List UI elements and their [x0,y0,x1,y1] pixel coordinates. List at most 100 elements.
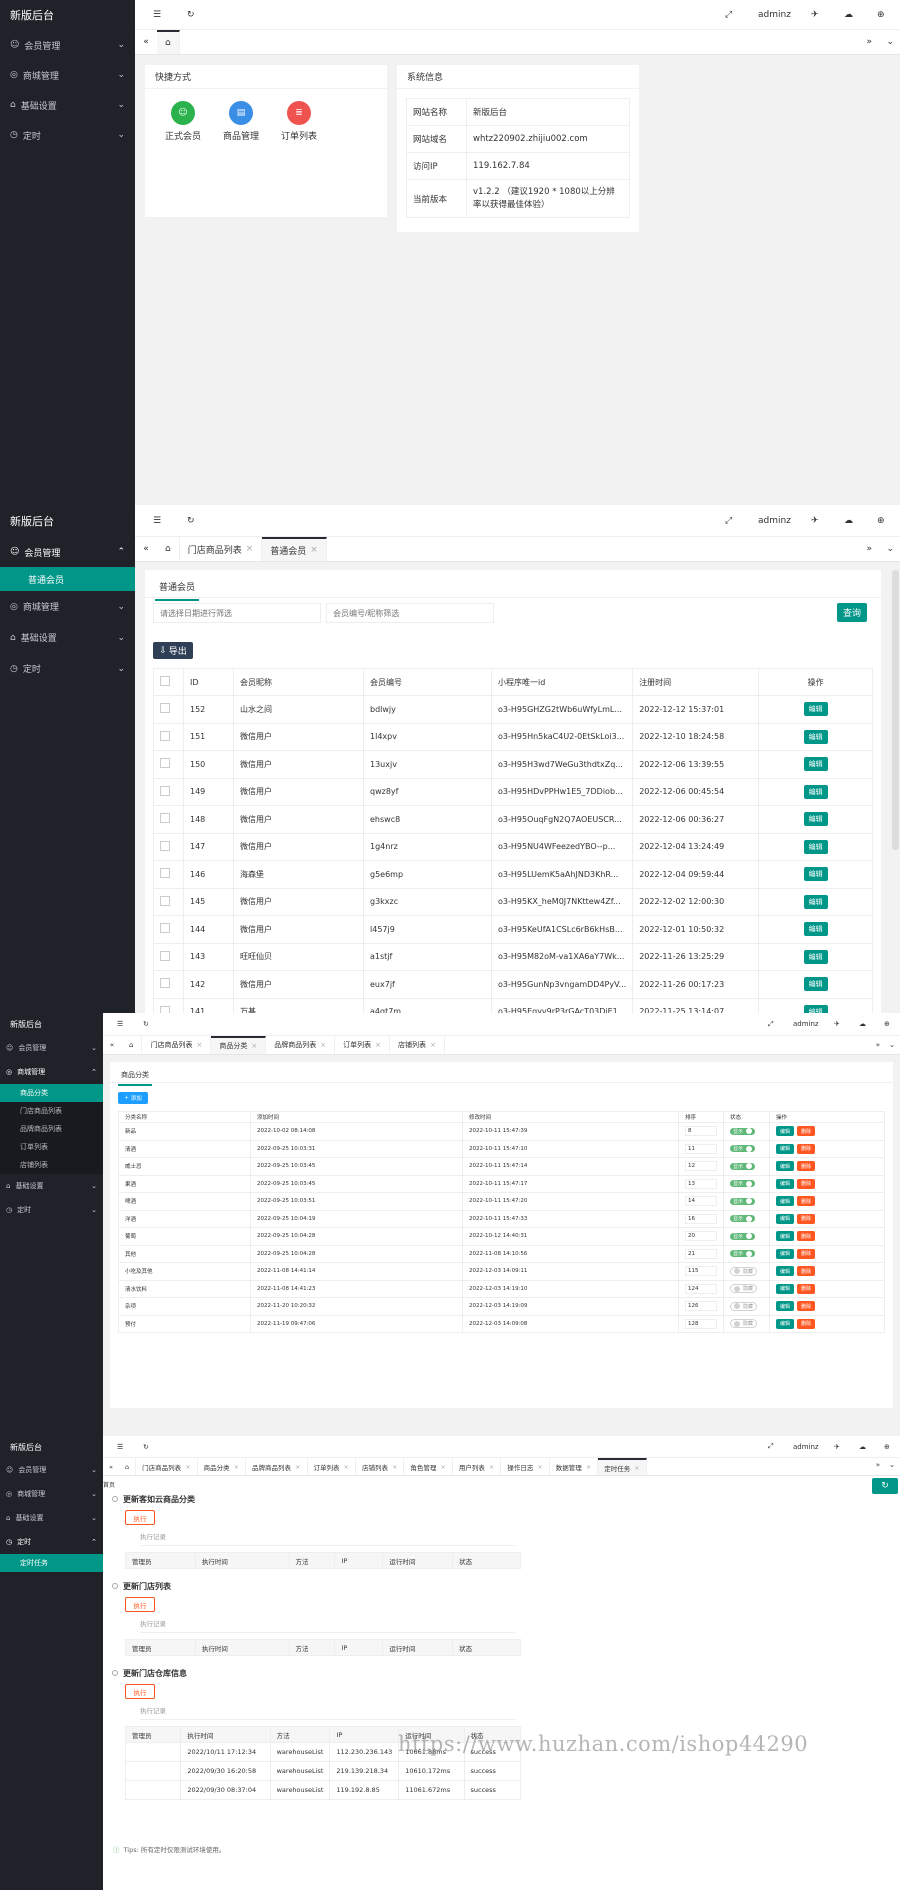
menu-toggle-icon[interactable]: ☰ [117,1020,123,1028]
menu-base[interactable]: ⌂ 基础设置 ⌄ [0,1506,103,1530]
tabs-more-icon[interactable]: ⌄ [889,1461,895,1469]
row-checkbox[interactable] [160,730,170,741]
row-checkbox[interactable] [160,758,170,769]
close-icon[interactable]: × [344,1463,349,1471]
close-icon[interactable]: × [320,1041,326,1049]
menu-shop[interactable]: ◎ 商城管理 ⌃ [0,1060,103,1084]
row-checkbox[interactable] [160,868,170,879]
menu-timer[interactable]: ◷ 定时 ⌄ [0,120,135,150]
edit-button[interactable]: 编辑 [803,949,828,964]
sort-input[interactable]: 16 [685,1213,717,1224]
sort-input[interactable]: 11 [685,1143,717,1154]
edit-button[interactable]: 编辑 [803,1004,828,1013]
row-checkbox[interactable] [160,785,170,796]
tab-orders[interactable]: 订单列表 × [335,1036,390,1054]
tabs-left-icon[interactable]: « [135,544,157,554]
globe-icon[interactable]: ⊕ [877,10,885,20]
card-tab[interactable]: 商品分类 [118,1070,152,1086]
sub-store-goods[interactable]: 门店商品列表 [0,1102,103,1120]
delete-button[interactable]: 删除 [797,1283,815,1294]
tab-home[interactable]: ⌂ [121,1036,143,1054]
row-checkbox[interactable] [160,703,170,714]
menu-member[interactable]: ☺ 会员管理 ⌄ [0,30,135,60]
tab-item[interactable]: 品牌商品列表 × [246,1458,308,1475]
edit-button[interactable]: 编辑 [776,1143,794,1154]
quick-goods[interactable]: ▤ 商品管理 [223,101,259,142]
sort-input[interactable]: 14 [685,1196,717,1207]
sort-input[interactable]: 115 [685,1266,717,1277]
status-toggle[interactable]: 隐藏 [730,1266,758,1276]
menu-member[interactable]: ☺ 会员管理 ⌄ [0,1458,103,1482]
mute-icon[interactable]: ✈ [834,1020,840,1028]
run-button[interactable]: 执行 [125,1597,155,1612]
sort-input[interactable]: 13 [685,1178,717,1189]
user-name[interactable]: adminz [793,1020,819,1028]
delete-button[interactable]: 删除 [797,1248,815,1259]
add-button[interactable]: + 添加 [118,1092,148,1104]
row-checkbox[interactable] [160,950,170,961]
quick-orders[interactable]: ≣ 订单列表 [281,101,317,142]
theme-icon[interactable]: ☁ [844,10,853,20]
delete-button[interactable]: 删除 [797,1301,815,1312]
close-icon[interactable]: × [295,1463,300,1471]
col-id[interactable]: ID [183,668,234,696]
edit-button[interactable]: 编辑 [776,1266,794,1277]
tabs-more-icon[interactable]: ⌄ [886,37,894,47]
theme-icon[interactable]: ☁ [844,516,853,526]
tabs-right-icon[interactable]: » [876,1041,880,1049]
search-button[interactable]: 查询 [837,603,867,622]
delete-button[interactable]: 删除 [797,1143,815,1154]
refresh-icon[interactable]: ↻ [143,1020,149,1028]
tabs-left-icon[interactable]: « [135,37,157,47]
row-checkbox[interactable] [160,1005,170,1013]
menu-member[interactable]: ☺ 会员管理 ⌄ [0,1036,103,1060]
quick-member[interactable]: ☺ 正式会员 [165,101,201,142]
edit-button[interactable]: 编辑 [803,977,828,992]
user-name[interactable]: adminz [758,516,791,526]
tab-item[interactable]: 用户列表 × [453,1458,502,1475]
edit-button[interactable]: 编辑 [803,812,828,827]
close-icon[interactable]: × [234,1463,239,1471]
fullscreen-icon[interactable]: ⤢ [768,1020,774,1029]
tab-item[interactable]: 角色管理 × [404,1458,453,1475]
edit-button[interactable]: 编辑 [803,784,828,799]
tab-item[interactable]: 数据管理 × [550,1458,599,1475]
edit-button[interactable]: 编辑 [803,729,828,744]
tabs-left-icon[interactable]: « [103,1463,119,1471]
sort-input[interactable]: 20 [685,1231,717,1242]
status-toggle[interactable]: 显示 [730,1232,756,1240]
row-checkbox[interactable] [160,923,170,934]
menu-base[interactable]: ⌂ 基础设置 ⌄ [0,90,135,120]
tabs-right-icon[interactable]: » [866,37,872,47]
delete-button[interactable]: 删除 [797,1318,815,1329]
tab-item[interactable]: 店铺列表 × [356,1458,405,1475]
edit-button[interactable]: 编辑 [776,1196,794,1207]
edit-button[interactable]: 编辑 [776,1283,794,1294]
user-name[interactable]: adminz [793,1443,819,1451]
menu-base[interactable]: ⌂ 基础设置 ⌄ [0,1174,103,1198]
fullscreen-icon[interactable]: ⤢ [768,1442,774,1451]
tab-shops[interactable]: 店铺列表 × [390,1036,445,1054]
sort-input[interactable]: 8 [685,1126,717,1137]
scrollbar[interactable] [892,570,899,850]
close-icon[interactable]: × [251,1042,257,1050]
edit-button[interactable]: 编辑 [803,867,828,882]
edit-button[interactable]: 编辑 [803,702,828,717]
select-all-checkbox[interactable] [160,676,170,686]
sort-input[interactable]: 128 [685,1318,717,1329]
edit-button[interactable]: 编辑 [776,1248,794,1259]
menu-toggle-icon[interactable]: ☰ [153,516,161,526]
globe-icon[interactable]: ⊕ [884,1443,890,1451]
sort-input[interactable]: 21 [685,1248,717,1259]
delete-button[interactable]: 删除 [797,1126,815,1137]
tab-home[interactable]: ⌂ [157,30,180,54]
sub-shops[interactable]: 店铺列表 [0,1156,103,1174]
menu-timer[interactable]: ◷ 定时 ⌃ [0,1530,103,1554]
fullscreen-icon[interactable]: ⤢ [725,10,732,20]
sub-orders[interactable]: 订单列表 [0,1138,103,1156]
close-icon[interactable]: × [634,1464,639,1472]
tab-item[interactable]: 门店商品列表 × [136,1458,198,1475]
delete-button[interactable]: 删除 [797,1231,815,1242]
tab-home[interactable]: ⌂ [119,1458,137,1475]
tab-home[interactable]: ⌂ [157,537,180,561]
